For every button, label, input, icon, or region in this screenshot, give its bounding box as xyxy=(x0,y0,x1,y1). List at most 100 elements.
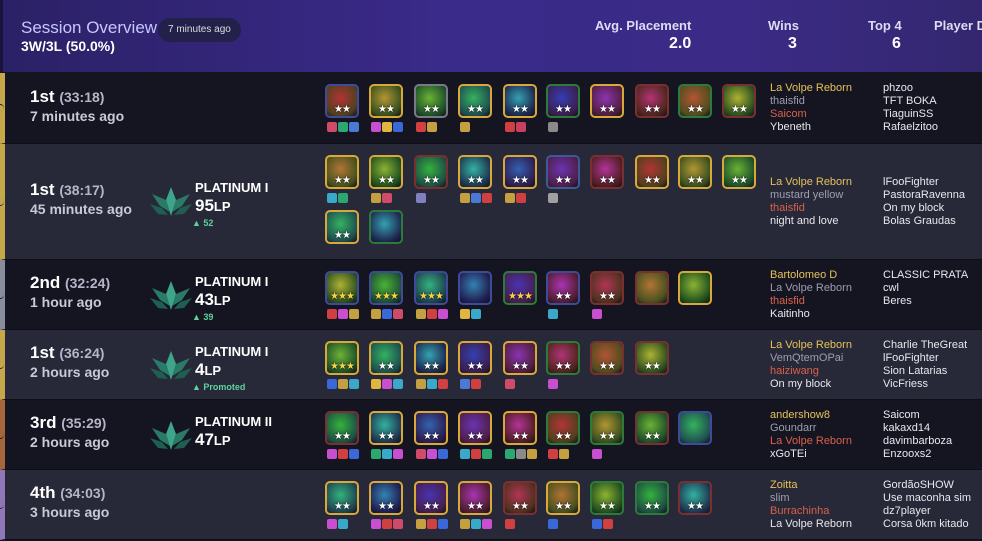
player-name[interactable]: Sion Latarias xyxy=(883,365,967,378)
match-row[interactable]: 1st (36:24) 2 hours ago PLATINUM I 4LP ▲ Pro… xyxy=(0,330,982,400)
champion-unit[interactable]: ★★ xyxy=(325,210,359,244)
player-name[interactable]: TiaguinSS xyxy=(883,108,938,121)
item-icon[interactable] xyxy=(438,309,448,319)
champion-unit[interactable]: ★★ xyxy=(325,411,359,459)
champion-unit[interactable]: ★★ xyxy=(635,411,669,445)
player-name[interactable]: xGoTEi xyxy=(770,448,852,461)
item-icon[interactable] xyxy=(592,519,602,529)
player-name[interactable]: Zoitta xyxy=(770,479,852,492)
player-name[interactable]: Saicom xyxy=(883,409,952,422)
player-name[interactable]: La Volpe Reborn xyxy=(770,339,852,352)
item-icon[interactable] xyxy=(460,309,470,319)
player-name[interactable]: La Volpe Reborn xyxy=(770,176,852,189)
champion-unit[interactable] xyxy=(458,271,492,319)
item-icon[interactable] xyxy=(349,122,359,132)
item-icon[interactable] xyxy=(548,449,558,459)
champion-unit[interactable]: ★★★ xyxy=(325,341,359,389)
item-icon[interactable] xyxy=(393,519,403,529)
item-icon[interactable] xyxy=(592,449,602,459)
item-icon[interactable] xyxy=(471,309,481,319)
champion-unit[interactable]: ★★ xyxy=(325,481,359,529)
item-icon[interactable] xyxy=(338,449,348,459)
item-icon[interactable] xyxy=(471,379,481,389)
item-icon[interactable] xyxy=(427,519,437,529)
champion-unit[interactable]: ★★ xyxy=(546,341,580,389)
item-icon[interactable] xyxy=(416,309,426,319)
item-icon[interactable] xyxy=(559,449,569,459)
item-icon[interactable] xyxy=(438,519,448,529)
item-icon[interactable] xyxy=(516,449,526,459)
champion-unit[interactable]: ★★ xyxy=(458,341,492,389)
item-icon[interactable] xyxy=(471,519,481,529)
item-icon[interactable] xyxy=(416,193,426,203)
champion-unit[interactable]: ★★ xyxy=(458,84,492,132)
player-name[interactable]: PastoraRavenna xyxy=(883,189,965,202)
match-row[interactable]: 2nd (32:24) 1 hour ago PLATINUM I 43LP ▲ 39 ★… xyxy=(0,260,982,330)
item-icon[interactable] xyxy=(349,449,359,459)
item-icon[interactable] xyxy=(371,193,381,203)
champion-unit[interactable]: ★★ xyxy=(678,155,712,189)
champion-unit[interactable]: ★★ xyxy=(414,341,448,389)
player-name[interactable]: VicFriess xyxy=(883,378,967,391)
player-name[interactable]: La Volpe Reborn xyxy=(770,282,852,295)
champion-unit[interactable]: ★★ xyxy=(635,341,669,375)
item-icon[interactable] xyxy=(371,519,381,529)
player-name[interactable]: andershow8 xyxy=(770,409,852,422)
item-icon[interactable] xyxy=(505,449,515,459)
player-name[interactable]: mustard yellow xyxy=(770,189,852,202)
player-name[interactable]: davimbarboza xyxy=(883,435,952,448)
champion-unit[interactable]: ★★★ xyxy=(503,271,537,305)
champion-unit[interactable]: ★★ xyxy=(722,155,756,189)
champion-unit[interactable]: ★★ xyxy=(590,411,624,459)
item-icon[interactable] xyxy=(393,379,403,389)
item-icon[interactable] xyxy=(338,309,348,319)
item-icon[interactable] xyxy=(416,122,426,132)
item-icon[interactable] xyxy=(505,122,515,132)
item-icon[interactable] xyxy=(327,309,337,319)
item-icon[interactable] xyxy=(338,193,348,203)
player-name[interactable]: phzoo xyxy=(883,82,938,95)
player-name[interactable]: Burrachinha xyxy=(770,505,852,518)
item-icon[interactable] xyxy=(416,379,426,389)
item-icon[interactable] xyxy=(327,193,337,203)
item-icon[interactable] xyxy=(505,379,515,389)
item-icon[interactable] xyxy=(349,309,359,319)
item-icon[interactable] xyxy=(438,379,448,389)
champion-unit[interactable]: ★★ xyxy=(503,341,537,389)
item-icon[interactable] xyxy=(482,449,492,459)
champion-unit[interactable] xyxy=(369,210,403,244)
player-name[interactable]: Beres xyxy=(883,295,968,308)
player-name[interactable]: Goundarr xyxy=(770,422,852,435)
item-icon[interactable] xyxy=(327,519,337,529)
item-icon[interactable] xyxy=(371,309,381,319)
player-name[interactable]: Enzooxs2 xyxy=(883,448,952,461)
player-name[interactable]: Charlie TheGreat xyxy=(883,339,967,352)
player-name[interactable]: thaisfid xyxy=(770,95,852,108)
item-icon[interactable] xyxy=(548,193,558,203)
champion-unit[interactable]: ★★ xyxy=(546,411,580,459)
champion-unit[interactable]: ★★ xyxy=(590,271,624,319)
match-row[interactable]: 1st (38:17) 45 minutes ago PLATINUM I 95LP ▲… xyxy=(0,144,982,260)
player-name[interactable]: Saicom xyxy=(770,108,852,121)
player-name[interactable]: thaisfid xyxy=(770,202,852,215)
item-icon[interactable] xyxy=(460,193,470,203)
player-name[interactable]: thaisfid xyxy=(770,295,852,308)
champion-unit[interactable]: ★★ xyxy=(590,341,624,375)
item-icon[interactable] xyxy=(482,519,492,529)
champion-unit[interactable]: ★★ xyxy=(635,155,669,189)
champion-unit[interactable]: ★★ xyxy=(458,411,492,459)
champion-unit[interactable]: ★★ xyxy=(503,155,537,203)
item-icon[interactable] xyxy=(471,449,481,459)
item-icon[interactable] xyxy=(527,449,537,459)
champion-unit[interactable]: ★★ xyxy=(635,84,669,118)
champion-unit[interactable]: ★★ xyxy=(369,155,403,203)
champion-unit[interactable]: ★★ xyxy=(414,155,448,203)
champion-unit[interactable]: ★★ xyxy=(458,481,492,529)
champion-unit[interactable]: ★★ xyxy=(369,481,403,529)
player-name[interactable]: La Volpe Reborn xyxy=(770,82,852,95)
item-icon[interactable] xyxy=(603,519,613,529)
player-name[interactable]: Bartolomeo D xyxy=(770,269,852,282)
champion-unit[interactable]: ★★ xyxy=(369,411,403,459)
champion-unit[interactable] xyxy=(678,271,712,305)
player-name[interactable]: Bolas Graudas xyxy=(883,215,965,228)
